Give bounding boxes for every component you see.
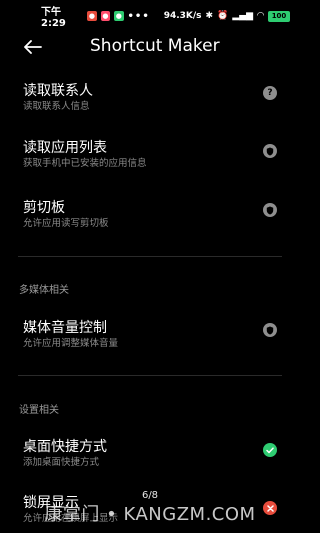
shield-icon[interactable] [263, 203, 277, 217]
notification-app-icon: ● [114, 11, 124, 21]
permission-subtitle: 获取手机中已安装的应用信息 [23, 158, 147, 169]
status-left: 下午2:29 ● ● ● ••• [41, 3, 150, 29]
signal-icon: ▂▄▆ [232, 11, 254, 21]
permission-item-desktop-shortcut[interactable]: 桌面快捷方式 添加桌面快捷方式 [0, 434, 300, 474]
notification-app-icon: ● [100, 11, 111, 21]
watermark: 康掌门 • KANGZM.COM [44, 504, 256, 525]
bluetooth-icon: ✱ [205, 11, 214, 21]
permission-title: 剪切板 [23, 200, 65, 216]
back-button[interactable] [22, 36, 44, 58]
status-time: 下午2:29 [41, 7, 66, 29]
permission-title: 读取应用列表 [23, 140, 107, 156]
permission-item-clipboard[interactable]: 剪切板 允许应用读写剪切板 [0, 195, 300, 235]
page-title: Shortcut Maker [90, 36, 220, 56]
arrow-left-icon [24, 40, 42, 54]
network-speed: 94.3K/s [163, 11, 202, 21]
permission-item-contacts[interactable]: 读取联系人 读取联系人信息 ? [0, 78, 300, 118]
battery-icon: 100 [268, 10, 290, 22]
section-divider [18, 375, 282, 376]
permission-subtitle: 读取联系人信息 [23, 101, 90, 112]
alarm-icon: ⏰ [217, 11, 229, 21]
permission-subtitle: 添加桌面快捷方式 [23, 457, 100, 468]
permission-title: 桌面快捷方式 [23, 439, 107, 455]
permission-title: 媒体音量控制 [23, 320, 107, 336]
wifi-icon: ◠ [257, 11, 264, 21]
app-bar: Shortcut Maker [0, 32, 300, 62]
section-header: 多媒体相关 [19, 285, 69, 296]
more-notifications-icon: ••• [127, 10, 150, 22]
section-divider [18, 256, 282, 257]
permission-subtitle: 允许应用读写剪切板 [23, 218, 109, 229]
status-right: 94.3K/s ✱ ⏰ ▂▄▆ ◠ 100 [163, 10, 290, 22]
shield-icon[interactable] [263, 144, 277, 158]
permission-item-media-volume[interactable]: 媒体音量控制 允许应用调整媒体音量 [0, 315, 300, 355]
permission-item-app-list[interactable]: 读取应用列表 获取手机中已安装的应用信息 [0, 135, 300, 175]
permission-subtitle: 允许应用调整媒体音量 [23, 338, 119, 349]
permission-title: 读取联系人 [23, 83, 93, 99]
shield-icon[interactable] [263, 323, 277, 337]
check-circle-icon[interactable] [263, 443, 277, 457]
section-header: 设置相关 [19, 405, 59, 416]
notification-app-icon: ● [87, 11, 97, 21]
status-bar: 下午2:29 ● ● ● ••• 94.3K/s ✱ ⏰ ▂▄▆ ◠ 100 [0, 0, 300, 32]
help-circle-icon[interactable]: ? [263, 86, 277, 100]
